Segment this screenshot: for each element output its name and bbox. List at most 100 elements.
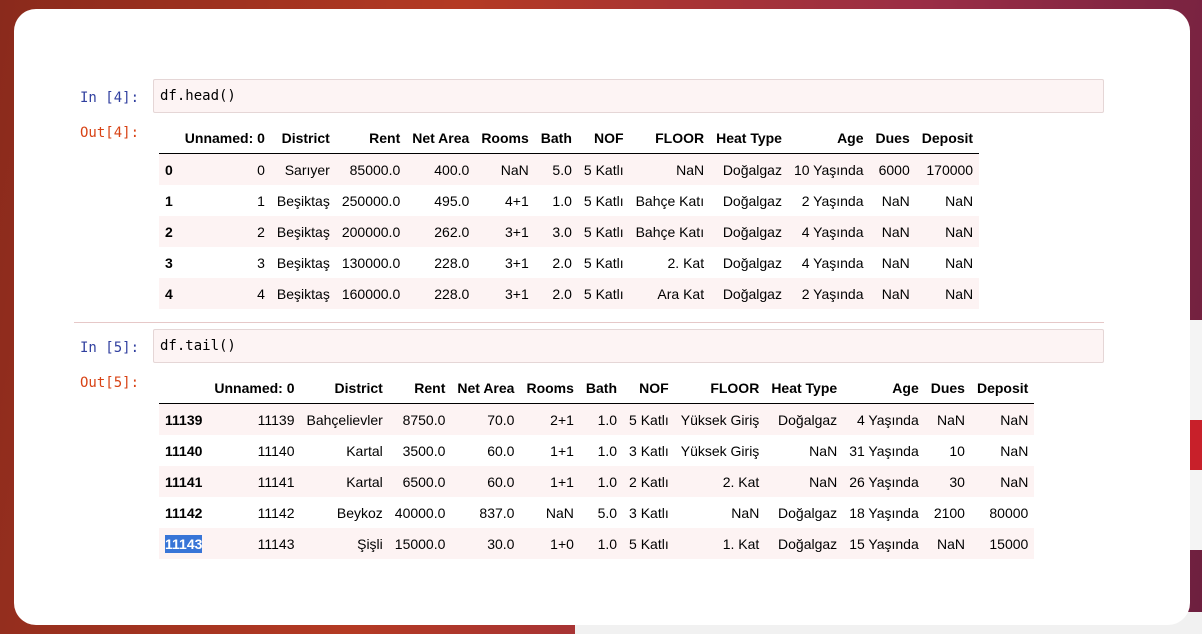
table-cell: 1.0: [597, 473, 618, 490]
column-header: Unnamed: 0: [178, 123, 271, 154]
table-cell: NaN: [809, 442, 838, 459]
table-row: 2 2 Beşiktaş 200000.0 262.0 3+1 3.0 5 Katlı Bahç…: [159, 216, 980, 247]
column-header: FLOOR: [674, 373, 766, 404]
column-header: FLOOR: [629, 123, 711, 154]
table-cell: Sarıyer: [284, 161, 330, 178]
table-cell: 3: [257, 254, 265, 271]
dataframe-tail-table: Unnamed: 0 District Rent Net Area Rooms Bath N…: [159, 373, 1035, 559]
column-header: Net Area: [451, 373, 521, 404]
table-cell: 5 Katlı: [629, 535, 669, 552]
table-cell: NaN: [545, 504, 574, 521]
table-cell: 3 Katlı: [629, 504, 669, 521]
code-input-cell[interactable]: df.tail(): [153, 329, 1104, 363]
row-index: 11140: [165, 442, 203, 459]
background-red-block: [1188, 420, 1202, 470]
table-cell: 6000: [878, 161, 910, 178]
column-header: Rent: [388, 373, 452, 404]
table-row: 4 4 Beşiktaş 160000.0 228.0 3+1 2.0 5 Katlı Ara …: [159, 278, 980, 309]
table-cell: Doğalgaz: [722, 254, 782, 271]
column-header: Age: [787, 123, 870, 154]
out-prompt: Out[4]:: [80, 125, 140, 141]
table-cell: 5 Katlı: [583, 161, 624, 178]
table-cell: 2 Katlı: [629, 473, 669, 490]
row-index: 2: [165, 223, 173, 240]
table-cell: 170000: [926, 161, 974, 178]
table-cell: Beşiktaş: [276, 254, 330, 271]
table-cell: 0: [257, 161, 265, 178]
selected-text[interactable]: 11143: [165, 534, 203, 553]
out-prompt: Out[5]:: [80, 375, 140, 391]
column-header: Rent: [335, 123, 407, 154]
row-index: 4: [165, 285, 173, 302]
table-cell: 11140: [257, 442, 295, 459]
row-index: 3: [165, 254, 173, 271]
table-cell: 2. Kat: [722, 473, 760, 490]
table-cell: Yüksek Giriş: [680, 442, 760, 459]
table-cell: 4 Yaşında: [801, 254, 864, 271]
table-cell: 228.0: [434, 254, 470, 271]
table-row: 1 1 Beşiktaş 250000.0 495.0 4+1 1.0 5 Katlı Bahç…: [159, 185, 979, 216]
table-cell: NaN: [936, 535, 965, 552]
table-cell: 3.0: [552, 223, 572, 240]
table-cell: 5 Katlı: [629, 411, 669, 428]
column-header: Unnamed: 0: [208, 373, 301, 404]
table-cell: 5.0: [597, 504, 618, 521]
table-cell: 837.0: [479, 504, 515, 521]
table-cell: 10: [949, 442, 965, 459]
column-header: District: [270, 123, 336, 154]
table-cell: Doğalgaz: [722, 223, 782, 240]
table-cell: 11142: [257, 504, 295, 521]
table-cell: Yüksek Giriş: [680, 411, 760, 428]
table-cell: Beşiktaş: [276, 223, 330, 240]
column-header: Deposit: [915, 123, 980, 154]
table-cell: Doğalgaz: [778, 535, 838, 552]
table-cell: 5.0: [552, 161, 572, 178]
table-cell: 3500.0: [402, 442, 446, 459]
code-input-cell[interactable]: df.head(): [153, 79, 1104, 113]
table-row: 11139 11139 Bahçelievler 8750.0 70.0 2+1 1.0 5 …: [159, 403, 1035, 435]
table-cell: 2100: [933, 504, 965, 521]
table-cell: 130000.0: [341, 254, 401, 271]
table-cell: Beşiktaş: [276, 192, 330, 209]
column-header: Dues: [869, 123, 916, 154]
column-header: Dues: [924, 373, 971, 404]
table-cell: 160000.0: [341, 285, 401, 302]
table-cell: 31 Yaşında: [849, 442, 919, 459]
table-cell: 5 Katlı: [583, 285, 624, 302]
table-cell: Kartal: [346, 442, 383, 459]
table-cell: 1+1: [550, 473, 574, 490]
table-cell: NaN: [881, 192, 910, 209]
table-cell: 2.0: [552, 285, 572, 302]
table-cell: 30.0: [487, 535, 515, 552]
table-header-row: Unnamed: 0 District Rent Net Area Rooms Bath N…: [159, 373, 1035, 404]
table-cell: 2: [257, 223, 265, 240]
table-cell: 400.0: [434, 161, 470, 178]
column-header: Rooms: [475, 123, 535, 154]
row-index: 1: [165, 192, 173, 209]
table-cell: 15 Yaşında: [849, 535, 919, 552]
table-cell: NaN: [881, 223, 910, 240]
table-cell: Bahçe Katı: [635, 192, 705, 209]
table-cell: Kartal: [346, 473, 383, 490]
code-text[interactable]: df.tail(): [160, 338, 236, 354]
table-cell: 8750.0: [402, 411, 446, 428]
table-header-row: Unnamed: 0 District Rent Net Area Rooms Bath N…: [159, 123, 980, 154]
row-index: 0: [165, 161, 173, 178]
table-cell: 18 Yaşında: [849, 504, 919, 521]
table-cell: 60.0: [487, 473, 515, 490]
table-cell: Ara Kat: [657, 285, 705, 302]
table-cell: NaN: [1000, 411, 1029, 428]
code-text[interactable]: df.head(): [160, 88, 236, 104]
table-cell: 2 Yaşında: [801, 285, 864, 302]
table-cell: NaN: [945, 254, 974, 271]
dataframe-head-table: Unnamed: 0 District Rent Net Area Rooms Bath N…: [159, 123, 980, 309]
table-cell: 1.0: [597, 535, 618, 552]
table-cell: 228.0: [434, 285, 470, 302]
table-cell: 1+1: [550, 442, 574, 459]
in-prompt: In [4]:: [80, 90, 140, 106]
column-header: [159, 373, 209, 404]
column-header: Heat Type: [710, 123, 788, 154]
table-cell: 60.0: [487, 442, 515, 459]
table-cell: 250000.0: [341, 192, 401, 209]
column-header: [159, 123, 179, 154]
